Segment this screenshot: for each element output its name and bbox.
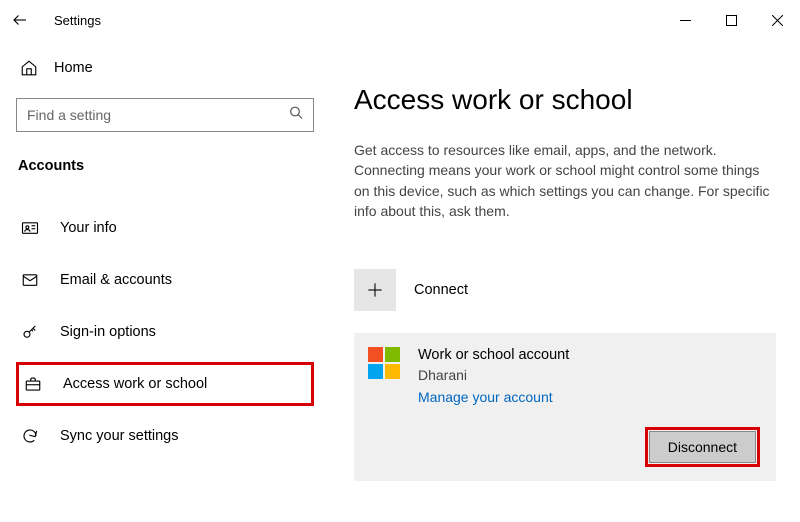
- close-icon: [772, 15, 783, 26]
- manage-account-link[interactable]: Manage your account: [418, 389, 569, 405]
- arrow-left-icon: [11, 11, 29, 29]
- key-icon: [21, 323, 39, 341]
- sidebar-item-sync-settings[interactable]: Sync your settings: [16, 414, 314, 458]
- sidebar-item-email-accounts[interactable]: Email & accounts: [16, 258, 314, 302]
- person-card-icon: [21, 219, 39, 237]
- maximize-icon: [726, 15, 737, 26]
- close-button[interactable]: [754, 4, 800, 36]
- home-icon: [20, 59, 38, 77]
- microsoft-logo-icon: [368, 347, 400, 379]
- home-label: Home: [54, 60, 93, 76]
- mail-icon: [21, 271, 39, 289]
- titlebar: Settings: [0, 0, 800, 40]
- search-input[interactable]: [16, 98, 314, 132]
- sidebar-item-your-info[interactable]: Your info: [16, 206, 314, 250]
- window-title: Settings: [54, 13, 101, 28]
- connect-button[interactable]: Connect: [354, 269, 776, 311]
- account-card[interactable]: Work or school account Dharani Manage yo…: [354, 333, 776, 481]
- home-nav[interactable]: Home: [16, 48, 314, 88]
- account-username: Dharani: [418, 367, 569, 383]
- account-title: Work or school account: [418, 347, 569, 363]
- minimize-button[interactable]: [662, 4, 708, 36]
- search-icon: [288, 105, 304, 126]
- sidebar-item-signin-options[interactable]: Sign-in options: [16, 310, 314, 354]
- page-description: Get access to resources like email, apps…: [354, 140, 776, 221]
- sidebar: Home Accounts Your info Email & accounts: [0, 40, 330, 522]
- sidebar-item-label: Sign-in options: [60, 324, 156, 340]
- sidebar-item-label: Sync your settings: [60, 428, 178, 444]
- sidebar-item-access-work-school[interactable]: Access work or school: [16, 362, 314, 406]
- back-button[interactable]: [0, 0, 40, 40]
- page-title: Access work or school: [354, 84, 776, 116]
- minimize-icon: [680, 15, 691, 26]
- content-pane: Access work or school Get access to reso…: [330, 40, 800, 522]
- plus-icon: [365, 280, 385, 300]
- sync-icon: [21, 427, 39, 445]
- plus-tile: [354, 269, 396, 311]
- connect-label: Connect: [414, 282, 468, 298]
- sidebar-item-label: Email & accounts: [60, 272, 172, 288]
- disconnect-button[interactable]: Disconnect: [649, 431, 756, 463]
- sidebar-item-label: Access work or school: [63, 376, 207, 392]
- maximize-button[interactable]: [708, 4, 754, 36]
- sidebar-section-header: Accounts: [16, 158, 314, 174]
- sidebar-item-label: Your info: [60, 220, 117, 236]
- briefcase-icon: [24, 375, 42, 393]
